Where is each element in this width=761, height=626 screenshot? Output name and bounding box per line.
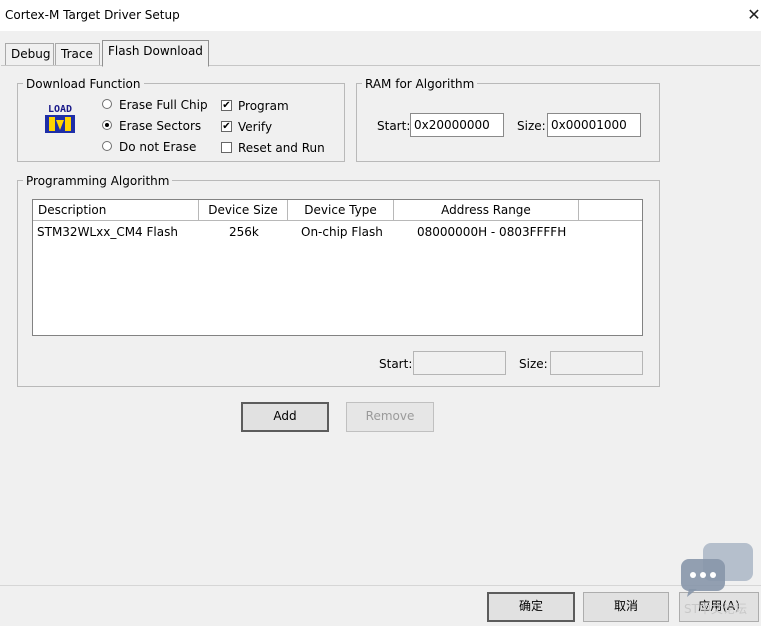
ram-size-label: Size: bbox=[517, 119, 546, 133]
verify-label[interactable]: Verify bbox=[238, 120, 272, 134]
col-device-type[interactable]: Device Type bbox=[288, 200, 394, 221]
program-label[interactable]: Program bbox=[238, 99, 289, 113]
cancel-button[interactable]: 取消 bbox=[583, 592, 669, 622]
radio-do-not-erase[interactable] bbox=[102, 141, 112, 151]
program-checkbox[interactable]: ✔ bbox=[221, 100, 232, 111]
erase-full-chip-label[interactable]: Erase Full Chip bbox=[119, 98, 208, 112]
download-function-title: Download Function bbox=[23, 77, 144, 91]
window-title: Cortex-M Target Driver Setup bbox=[5, 8, 180, 22]
col-description[interactable]: Description bbox=[33, 200, 199, 221]
forum-logo-icon bbox=[681, 543, 753, 597]
ok-button[interactable]: 确定 bbox=[487, 592, 575, 622]
load-icon: LOAD bbox=[43, 101, 77, 135]
erase-sectors-label[interactable]: Erase Sectors bbox=[119, 119, 201, 133]
title-bar: Cortex-M Target Driver Setup ✕ bbox=[0, 0, 761, 31]
forum-watermark: ST中文论坛 bbox=[684, 602, 747, 616]
row-size: 256k bbox=[229, 225, 259, 239]
reset-and-run-label[interactable]: Reset and Run bbox=[238, 141, 325, 155]
tab-trace[interactable]: Trace bbox=[55, 43, 100, 65]
algo-size-label: Size: bbox=[519, 357, 548, 371]
algo-start-label: Start: bbox=[379, 357, 413, 371]
remove-button: Remove bbox=[346, 402, 434, 432]
algorithm-list[interactable]: Description Device Size Device Type Addr… bbox=[32, 199, 643, 336]
table-row[interactable]: STM32WLxx_CM4 Flash 256k On-chip Flash 0… bbox=[33, 222, 642, 242]
tab-flash-download[interactable]: Flash Download bbox=[102, 40, 209, 67]
col-device-size[interactable]: Device Size bbox=[199, 200, 288, 221]
col-filler bbox=[579, 200, 642, 221]
col-address-range[interactable]: Address Range bbox=[394, 200, 579, 221]
radio-erase-full-chip[interactable] bbox=[102, 99, 112, 109]
ram-start-field[interactable]: 0x20000000 bbox=[410, 113, 504, 137]
row-type: On-chip Flash bbox=[301, 225, 383, 239]
load-icon-text: LOAD bbox=[48, 104, 72, 115]
algo-size-field bbox=[550, 351, 643, 375]
close-icon[interactable]: ✕ bbox=[744, 4, 761, 26]
programming-algorithm-title: Programming Algorithm bbox=[23, 174, 173, 188]
ram-size-field[interactable]: 0x00001000 bbox=[547, 113, 641, 137]
row-description: STM32WLxx_CM4 Flash bbox=[37, 225, 178, 239]
tab-debug[interactable]: Debug bbox=[5, 43, 54, 65]
do-not-erase-label[interactable]: Do not Erase bbox=[119, 140, 196, 154]
algo-start-field bbox=[413, 351, 506, 375]
ram-group-title: RAM for Algorithm bbox=[362, 77, 478, 91]
ram-start-label: Start: bbox=[377, 119, 411, 133]
reset-and-run-checkbox[interactable] bbox=[221, 142, 232, 153]
verify-checkbox[interactable]: ✔ bbox=[221, 121, 232, 132]
add-button[interactable]: Add bbox=[241, 402, 329, 432]
radio-erase-sectors[interactable] bbox=[102, 120, 112, 130]
row-range: 08000000H - 0803FFFFH bbox=[417, 225, 567, 239]
